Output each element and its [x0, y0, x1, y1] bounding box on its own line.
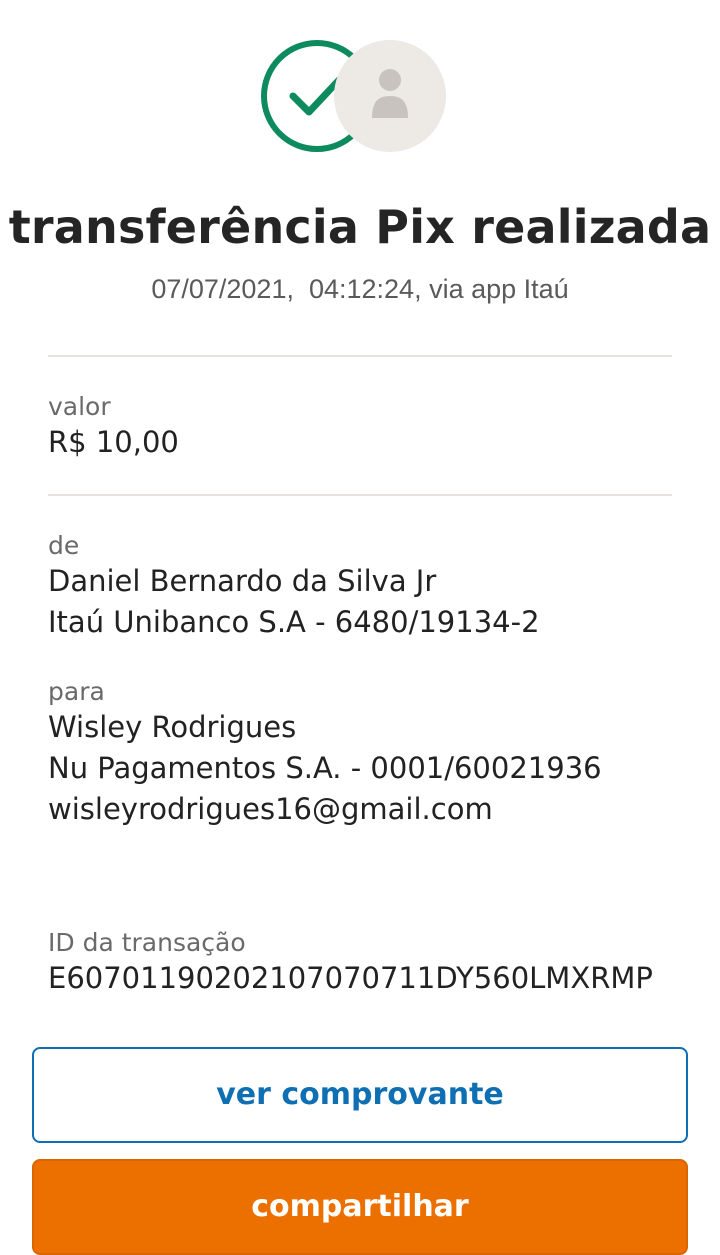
avatar	[334, 40, 446, 152]
amount-label: valor	[48, 392, 111, 421]
recipient-bank: Nu Pagamentos S.A. - 0001/60021936	[48, 751, 602, 785]
from-label: de	[48, 531, 80, 560]
share-button[interactable]: compartilhar	[32, 1159, 688, 1255]
view-receipt-button[interactable]: ver comprovante	[32, 1047, 688, 1143]
divider	[48, 494, 672, 496]
divider	[48, 355, 672, 357]
transaction-id-label: ID da transação	[48, 928, 246, 957]
recipient-name: Wisley Rodrigues	[48, 710, 297, 744]
transaction-id-value: E60701190202107070711DY560LMXRMP	[48, 961, 653, 995]
amount-value: R$ 10,00	[48, 425, 179, 459]
to-label: para	[48, 677, 105, 706]
transfer-timestamp: 07/07/2021, 04:12:24, via app Itaú	[151, 274, 569, 304]
status-header	[0, 0, 720, 170]
recipient-pix-key: wisleyrodrigues16@gmail.com	[48, 792, 493, 826]
person-icon	[372, 69, 408, 118]
sender-bank: Itaú Unibanco S.A - 6480/19134-2	[48, 605, 540, 639]
sender-name: Daniel Bernardo da Silva Jr	[48, 564, 437, 598]
page-title: transferência Pix realizada	[8, 200, 712, 254]
